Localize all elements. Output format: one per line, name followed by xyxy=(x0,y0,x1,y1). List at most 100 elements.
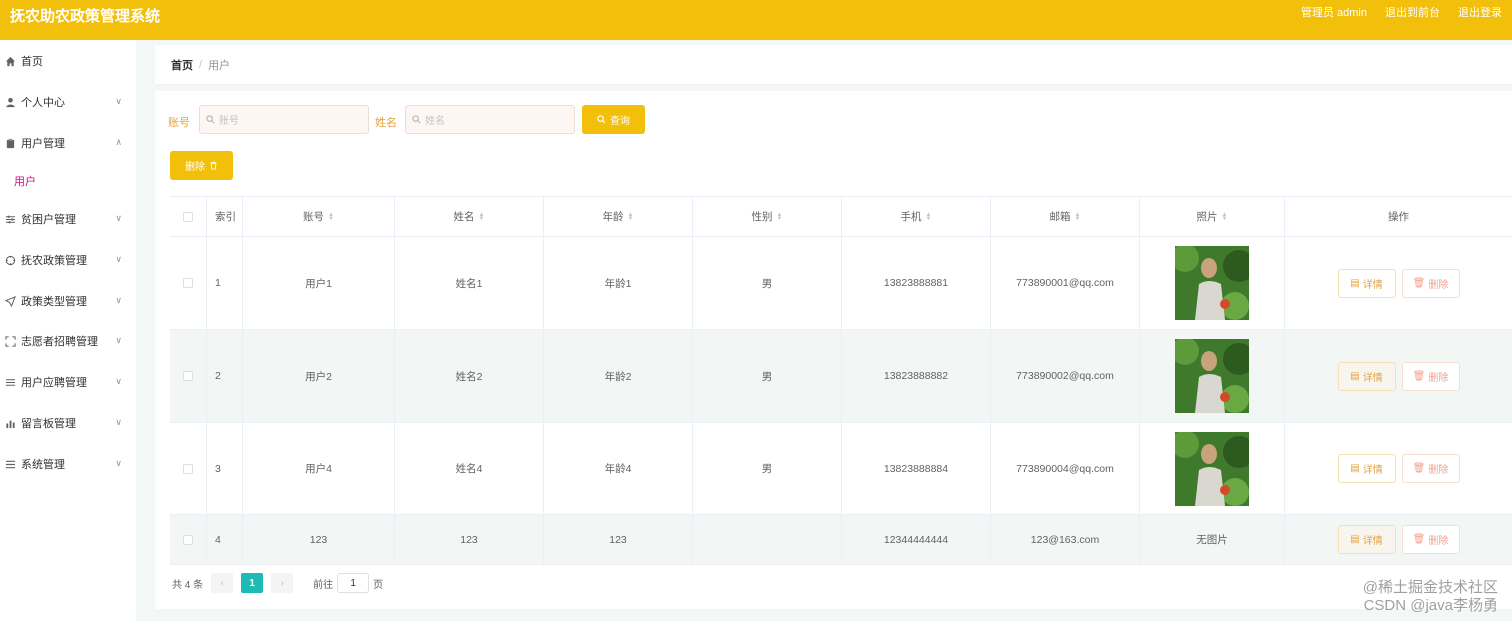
goto-page-input[interactable]: 1 xyxy=(337,573,370,593)
sidebar: 首页 个人中心 ∨ 用户管理 ∧ 用户 贫困户管理 ∨ 抚农政策管理 ∨ 政策类… xyxy=(0,40,136,621)
table-header-name[interactable]: 姓名 ▲ ▼ xyxy=(395,197,544,236)
cell-age: 年龄4 xyxy=(544,423,693,514)
page-number-active[interactable]: 1 xyxy=(241,573,264,593)
account-label: 账号 xyxy=(168,117,190,129)
admin-label: 管理员 admin xyxy=(1300,7,1367,19)
cell-index: 1 xyxy=(207,237,243,329)
delete-button[interactable]: 🗑︎ 删除 xyxy=(1401,268,1460,298)
batch-delete-label: 删除 xyxy=(185,162,205,173)
sidebar-subitem-user[interactable]: 用户 xyxy=(14,173,36,189)
delete-label: 删除 xyxy=(1428,279,1449,291)
breadcrumb-home[interactable]: 首页 xyxy=(171,57,193,73)
table-header-account[interactable]: 账号 ▲ ▼ xyxy=(243,197,395,236)
sidebar-item-policy[interactable]: 抚农政策管理 ∨ xyxy=(0,247,136,273)
table-header-checkbox-cell xyxy=(170,197,207,236)
table-header-age[interactable]: 年龄 ▲ ▼ xyxy=(544,197,693,236)
user-photo[interactable] xyxy=(1175,431,1249,506)
user-photo[interactable] xyxy=(1175,246,1249,320)
row-checkbox-cell xyxy=(170,237,207,329)
user-photo[interactable] xyxy=(1175,339,1249,413)
sidebar-item-home[interactable]: 首页 xyxy=(0,48,136,74)
detail-button[interactable]: ▤ 详情 xyxy=(1337,268,1396,298)
cell-name: 姓名2 xyxy=(395,330,544,422)
chevron-up-icon: ∧ xyxy=(115,137,122,147)
document-icon: ▤ xyxy=(1350,277,1360,289)
sidebar-item-label: 用户应聘管理 xyxy=(21,377,87,389)
table-header-gender[interactable]: 性别 ▲ ▼ xyxy=(693,197,842,236)
back-to-frontend-link[interactable]: 退出到前台 xyxy=(1385,4,1440,20)
sidebar-item-poor-household[interactable]: 贫困户管理 ∨ xyxy=(0,206,136,232)
fullscreen-icon xyxy=(3,334,17,348)
cell-gender xyxy=(693,515,842,564)
batch-delete-button[interactable]: 删除 xyxy=(170,151,233,180)
table-header-row: 索引 账号 ▲ ▼ 姓名 ▲ ▼ 年龄 ▲ ▼ 性别 ▲ ▼ 手机 ▲ ▼ 邮箱 ▲ ▼ 照片 ▲ ▼ 操作 xyxy=(170,197,1512,237)
row-checkbox[interactable] xyxy=(183,534,193,545)
sort-icon[interactable]: ▲ ▼ xyxy=(926,212,932,222)
next-page-button[interactable]: › xyxy=(271,573,294,593)
sidebar-item-label: 首页 xyxy=(21,56,43,68)
cell-photo: 无图片 xyxy=(1140,515,1285,564)
table-header-email[interactable]: 邮箱 ▲ ▼ xyxy=(991,197,1140,236)
sidebar-item-volunteer[interactable]: 志愿者招聘管理 ∨ xyxy=(0,328,136,354)
sidebar-item-label: 用户管理 xyxy=(21,138,65,150)
bar-chart-icon xyxy=(3,416,17,430)
sort-icon[interactable]: ▲ ▼ xyxy=(628,212,634,222)
trash-icon: 🗑︎ xyxy=(1412,370,1426,382)
cell-phone: 13823888884 xyxy=(842,423,991,514)
cell-name: 123 xyxy=(395,515,544,564)
column-label: 年龄 xyxy=(602,211,624,223)
table-header-photo[interactable]: 照片 ▲ ▼ xyxy=(1140,197,1285,236)
sort-icon[interactable]: ▲ ▼ xyxy=(1075,212,1081,222)
document-icon: ▤ xyxy=(1350,534,1360,545)
delete-label: 删除 xyxy=(1428,536,1449,547)
sort-icon[interactable]: ▲ ▼ xyxy=(479,212,485,222)
name-label: 姓名 xyxy=(375,117,397,129)
cell-gender: 男 xyxy=(693,330,842,422)
chevron-down-icon: ∨ xyxy=(115,96,122,106)
sidebar-item-label: 志愿者招聘管理 xyxy=(21,336,98,348)
detail-button[interactable]: ▤ 详情 xyxy=(1337,454,1396,483)
cell-email: 773890002@qq.com xyxy=(991,330,1140,422)
search-icon xyxy=(206,115,215,124)
name-search-input[interactable]: 姓名 xyxy=(405,105,575,134)
query-button[interactable]: 查询 xyxy=(582,105,645,134)
table-header-phone[interactable]: 手机 ▲ ▼ xyxy=(842,197,991,236)
chevron-down-icon: ∨ xyxy=(115,254,122,264)
chevron-down-icon: ∨ xyxy=(115,417,122,427)
detail-button[interactable]: ▤ 详情 xyxy=(1337,525,1396,554)
table-header-index: 索引 xyxy=(207,197,243,236)
sidebar-item-user-management[interactable]: 用户管理 ∧ xyxy=(0,130,136,156)
row-checkbox[interactable] xyxy=(183,463,193,474)
row-checkbox[interactable] xyxy=(183,371,193,381)
table-row: 2 用户2 姓名2 年龄2 男 13823888882 773890002@qq… xyxy=(170,330,1512,423)
delete-button[interactable]: 🗑︎ 删除 xyxy=(1401,525,1460,554)
delete-button[interactable]: 🗑︎ 删除 xyxy=(1401,454,1460,483)
list-icon xyxy=(3,457,17,471)
account-search-input[interactable]: 账号 xyxy=(199,105,369,134)
chevron-down-icon: ∨ xyxy=(115,295,122,305)
select-all-checkbox[interactable] xyxy=(183,211,193,222)
delete-button[interactable]: 🗑︎ 删除 xyxy=(1401,361,1460,391)
cell-age: 年龄1 xyxy=(544,237,693,329)
chevron-down-icon: ∨ xyxy=(115,458,122,468)
logout-link[interactable]: 退出登录 xyxy=(1458,4,1502,20)
sort-icon[interactable]: ▲ ▼ xyxy=(1222,212,1228,222)
cell-phone: 13823888881 xyxy=(842,237,991,329)
sidebar-item-policy-type[interactable]: 政策类型管理 ∨ xyxy=(0,288,136,314)
sidebar-item-message-board[interactable]: 留言板管理 ∨ xyxy=(0,410,136,436)
search-icon xyxy=(597,115,606,124)
chevron-right-icon: › xyxy=(280,577,284,589)
sidebar-item-application[interactable]: 用户应聘管理 ∨ xyxy=(0,369,136,395)
sort-icon[interactable]: ▲ ▼ xyxy=(777,212,783,222)
sort-icon[interactable]: ▲ ▼ xyxy=(328,212,334,222)
detail-button[interactable]: ▤ 详情 xyxy=(1337,361,1396,391)
sidebar-item-profile[interactable]: 个人中心 ∨ xyxy=(0,89,136,115)
row-checkbox-cell xyxy=(170,423,207,514)
sidebar-item-system[interactable]: 系统管理 ∨ xyxy=(0,451,136,477)
detail-label: 详情 xyxy=(1362,536,1383,547)
row-checkbox[interactable] xyxy=(183,278,193,288)
delete-label: 删除 xyxy=(1428,465,1449,476)
name-placeholder: 姓名 xyxy=(425,116,445,127)
prev-page-button[interactable]: ‹ xyxy=(211,573,234,593)
sidebar-item-label: 系统管理 xyxy=(21,459,65,471)
